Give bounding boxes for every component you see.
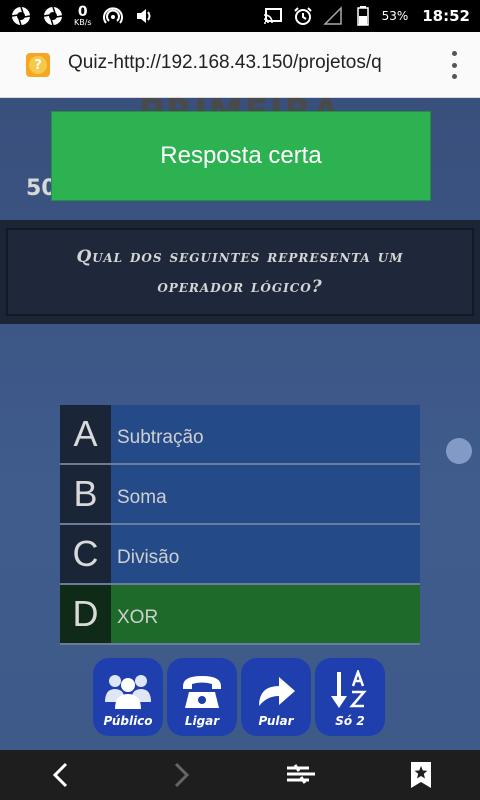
answer-option-d[interactable]: D XOR (60, 585, 420, 645)
answer-text: Divisão (111, 525, 420, 583)
answer-option-b[interactable]: B Soma (60, 465, 420, 525)
sort-az-icon (331, 670, 367, 708)
lifeline-label: Ligar (184, 714, 220, 728)
lifeline-call-button[interactable]: Ligar (167, 658, 237, 736)
alarm-icon (292, 5, 314, 27)
tabs-icon[interactable] (284, 760, 318, 790)
audience-icon (105, 675, 151, 709)
answer-letter: D (60, 585, 111, 643)
question-box: Qual dos seguintes representa um operado… (6, 228, 474, 316)
skip-arrow-icon (259, 677, 295, 706)
answer-text: XOR (111, 585, 420, 643)
lifeline-skip-button[interactable]: Pular (241, 658, 311, 736)
overflow-menu-icon[interactable] (450, 51, 458, 79)
answer-letter: C (60, 525, 111, 583)
battery-icon (352, 5, 374, 27)
network-speed: 0 KB/s (74, 5, 92, 27)
lifeline-label: Público (103, 714, 153, 728)
answer-letter: A (60, 405, 111, 463)
cast-icon (262, 5, 284, 27)
answer-text: Subtração (111, 405, 420, 463)
lifeline-bar: Público Ligar Pular Só 2 (93, 658, 385, 736)
browser-address-bar: ? Quiz-http://192.168.43.150/projetos/q (0, 32, 480, 98)
clock: 18:52 (422, 7, 470, 25)
question-text: Qual dos seguintes representa um operado… (76, 247, 404, 297)
lifeline-fifty-button[interactable]: Só 2 (315, 658, 385, 736)
back-chevron-icon[interactable] (46, 760, 76, 790)
answer-option-c[interactable]: C Divisão (60, 525, 420, 585)
bookmark-star-icon[interactable] (406, 760, 436, 790)
volume-icon (134, 5, 156, 27)
network-speed-unit: KB/s (74, 18, 92, 27)
answer-text: Soma (111, 465, 420, 523)
quiz-game-area: PRIMEIRA RONDA 50 Qual dos seguintes rep… (0, 98, 480, 750)
network-speed-value: 0 (77, 4, 88, 20)
lifeline-label: Só 2 (335, 714, 365, 728)
answer-list: A Subtração B Soma C Divisão D XOR (60, 405, 420, 645)
answer-letter: B (60, 465, 111, 523)
favicon-glyph: ? (29, 56, 47, 74)
aperture-icon (42, 5, 64, 27)
lifeline-audience-button[interactable]: Público (93, 658, 163, 736)
lifeline-label: Pular (258, 714, 294, 728)
hotspot-icon (102, 5, 124, 27)
floating-scroll-handle[interactable] (446, 438, 472, 464)
answer-option-a[interactable]: A Subtração (60, 405, 420, 465)
phone-icon (183, 676, 221, 708)
url-field[interactable]: Quiz-http://192.168.43.150/projetos/q (68, 52, 408, 74)
site-favicon-icon: ? (26, 53, 50, 77)
signal-icon (322, 5, 344, 27)
browser-bottom-nav (0, 750, 480, 800)
forward-chevron-icon[interactable] (166, 760, 196, 790)
status-bar: 0 KB/s 53% 18:52 (0, 0, 480, 32)
correct-answer-toast: Resposta certa (51, 111, 431, 201)
question-band: Qual dos seguintes representa um operado… (0, 220, 480, 324)
battery-percent: 53% (381, 9, 409, 23)
aperture-icon (10, 5, 32, 27)
